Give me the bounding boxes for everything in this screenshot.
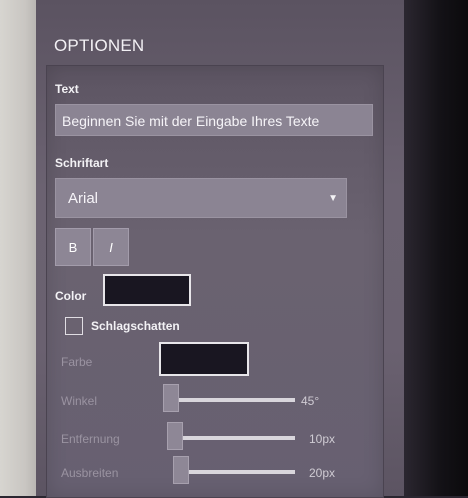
text-input[interactable]: Beginnen Sie mit der Eingabe Ihres Texte xyxy=(55,104,373,136)
options-panel: OPTIONEN Text Beginnen Sie mit der Einga… xyxy=(36,0,408,498)
shadow-angle-track xyxy=(163,398,295,402)
text-label: Text xyxy=(55,82,79,96)
background-window-edge xyxy=(0,0,36,496)
italic-button[interactable]: I xyxy=(93,228,129,266)
bold-button[interactable]: B xyxy=(55,228,91,266)
shadow-color-label: Farbe xyxy=(61,355,93,369)
shadow-angle-slider xyxy=(163,384,179,412)
color-label: Color xyxy=(55,289,87,303)
chevron-down-icon: ▼ xyxy=(328,193,338,204)
shadow-spread-track xyxy=(173,470,295,474)
drop-shadow-checkbox[interactable] xyxy=(65,317,83,335)
monitor-bezel xyxy=(404,0,468,496)
shadow-distance-slider xyxy=(167,422,183,450)
font-select[interactable]: Arial ▼ xyxy=(55,178,347,218)
shadow-distance-value: 10px xyxy=(309,432,336,446)
text-color-swatch[interactable] xyxy=(103,274,191,306)
drop-shadow-label: Schlagschatten xyxy=(91,319,180,333)
shadow-angle-value: 45° xyxy=(301,394,320,408)
font-label: Schriftart xyxy=(55,156,109,170)
shadow-distance-label: Entfernung xyxy=(61,432,120,446)
text-options-section: Text Beginnen Sie mit der Eingabe Ihres … xyxy=(46,65,384,498)
shadow-angle-label: Winkel xyxy=(61,394,98,408)
panel-title: OPTIONEN xyxy=(54,36,145,55)
shadow-spread-label: Ausbreiten xyxy=(61,466,119,480)
font-select-value: Arial xyxy=(68,190,99,207)
shadow-spread-value: 20px xyxy=(309,466,336,480)
shadow-spread-slider xyxy=(173,456,189,484)
shadow-distance-track xyxy=(167,436,295,440)
shadow-color-swatch xyxy=(159,342,249,376)
